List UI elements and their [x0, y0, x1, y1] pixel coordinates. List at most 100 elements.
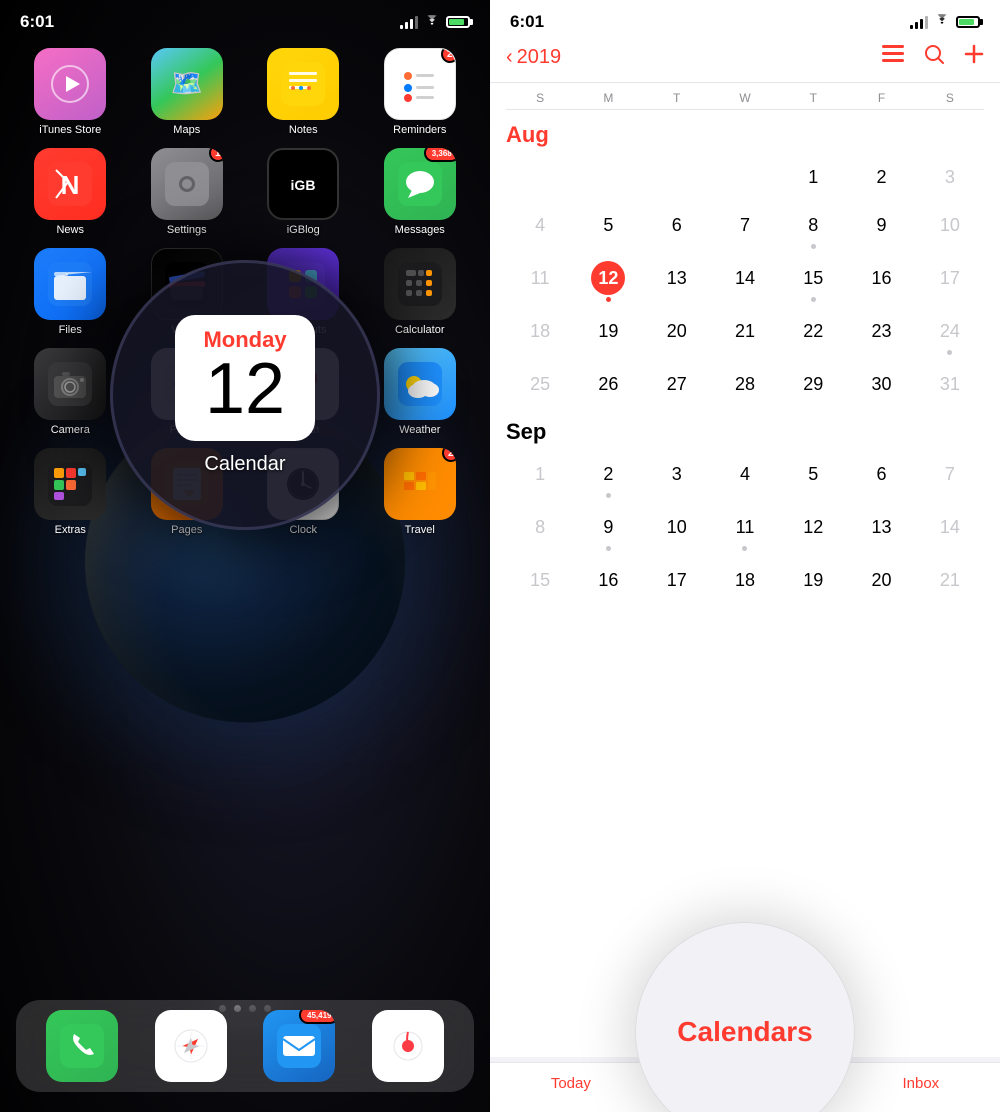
app-maps[interactable]: 🗺️ Maps: [133, 48, 242, 136]
cal-cell-sep-2[interactable]: 2: [574, 453, 642, 502]
back-chevron-icon[interactable]: ‹: [506, 46, 513, 69]
app-weather[interactable]: Weather: [366, 348, 475, 436]
itunes-label: iTunes Store: [39, 124, 101, 136]
dock-phone[interactable]: [46, 1010, 118, 1082]
calendar-bubble[interactable]: Monday 12 Calendar: [110, 260, 380, 530]
cal-cell-14[interactable]: 14: [711, 257, 779, 306]
cal-cell-24[interactable]: 24: [916, 310, 984, 359]
cal-cell-sep-10[interactable]: 10: [643, 506, 711, 555]
cal-cell-8[interactable]: 8: [779, 204, 847, 253]
cal-cell-20[interactable]: 20: [643, 310, 711, 359]
cal-cell-6[interactable]: 6: [643, 204, 711, 253]
svg-text:🗺️: 🗺️: [171, 68, 203, 98]
cal-cell-sep-9[interactable]: 9: [574, 506, 642, 555]
maps-label: Maps: [173, 124, 200, 136]
cal-cell-26[interactable]: 26: [574, 363, 642, 407]
day-num: 24: [933, 314, 967, 348]
cal-cell-sep-21[interactable]: 21: [916, 559, 984, 603]
app-itunes[interactable]: iTunes Store: [16, 48, 125, 136]
day-num: 19: [796, 563, 830, 597]
cal-cell-17[interactable]: 17: [916, 257, 984, 306]
cal-cell-sep-8[interactable]: 8: [506, 506, 574, 555]
day-num: 6: [660, 208, 694, 242]
cal-cell-sep-4[interactable]: 4: [711, 453, 779, 502]
app-calculator[interactable]: Calculator: [366, 248, 475, 336]
app-notes[interactable]: Notes: [249, 48, 358, 136]
list-icon[interactable]: [882, 45, 904, 69]
cal-cell-12[interactable]: 12: [574, 257, 642, 306]
cal-cell-sep-19[interactable]: 19: [779, 559, 847, 603]
dock-music[interactable]: [372, 1010, 444, 1082]
cal-cell-27[interactable]: 27: [643, 363, 711, 407]
app-files[interactable]: Files: [16, 248, 125, 336]
cal-cell-31[interactable]: 31: [916, 363, 984, 407]
search-icon[interactable]: [924, 44, 944, 70]
day-num: 5: [591, 208, 625, 242]
settings-icon: 1: [151, 148, 223, 220]
cal-cell-25[interactable]: 25: [506, 363, 574, 407]
day-header-s1: S: [506, 91, 574, 105]
app-travel[interactable]: 2 Travel: [366, 448, 475, 536]
cal-cell-28[interactable]: 28: [711, 363, 779, 407]
cal-cell-21[interactable]: 21: [711, 310, 779, 359]
day-num: 21: [933, 563, 967, 597]
app-settings[interactable]: 1 Settings: [133, 148, 242, 236]
cal-cell-sep-20[interactable]: 20: [847, 559, 915, 603]
cal-cell-10[interactable]: 10: [916, 204, 984, 253]
cal-cell-13[interactable]: 13: [643, 257, 711, 306]
cal-cell-5[interactable]: 5: [574, 204, 642, 253]
cal-cell-7[interactable]: 7: [711, 204, 779, 253]
cal-cell-4[interactable]: 4: [506, 204, 574, 253]
app-camera[interactable]: Camera: [16, 348, 125, 436]
dock-mail[interactable]: 45,419: [263, 1010, 335, 1082]
cal-cell-2[interactable]: 2: [847, 156, 915, 200]
cal-cell-sep-16[interactable]: 16: [574, 559, 642, 603]
calendar-header: ‹ 2019: [490, 36, 1000, 83]
app-news[interactable]: N News: [16, 148, 125, 236]
event-dot: [811, 244, 816, 249]
today-tab[interactable]: Today: [551, 1075, 591, 1092]
weather-icon: [384, 348, 456, 420]
september-grid: 1 2 3 4 5 6 7 8 9 10 11 12 13 14 15 16 1…: [506, 453, 984, 603]
cal-cell-9[interactable]: 9: [847, 204, 915, 253]
cal-cell-sep-3[interactable]: 3: [643, 453, 711, 502]
cal-cell-sep-11[interactable]: 11: [711, 506, 779, 555]
wifi-icon-left: [424, 14, 440, 30]
cal-cell-11[interactable]: 11: [506, 257, 574, 306]
cal-cell-15[interactable]: 15: [779, 257, 847, 306]
cal-cell-sep-17[interactable]: 17: [643, 559, 711, 603]
cal-cell-sep-18[interactable]: 18: [711, 559, 779, 603]
add-icon[interactable]: [964, 44, 984, 70]
app-reminders[interactable]: 2 Reminders: [366, 48, 475, 136]
dock-safari[interactable]: [155, 1010, 227, 1082]
cal-cell-18[interactable]: 18: [506, 310, 574, 359]
mail-badge: 45,419: [299, 1010, 335, 1024]
day-num: 29: [796, 367, 830, 401]
app-igb[interactable]: iGB iGBlog: [249, 148, 358, 236]
app-extras[interactable]: Extras: [16, 448, 125, 536]
cal-cell-29[interactable]: 29: [779, 363, 847, 407]
day-num: 7: [728, 208, 762, 242]
cal-cell-sep-12[interactable]: 12: [779, 506, 847, 555]
cal-cell-sep-15[interactable]: 15: [506, 559, 574, 603]
cal-cell-16[interactable]: 16: [847, 257, 915, 306]
cal-cell-3[interactable]: 3: [916, 156, 984, 200]
cal-cell-sep-5[interactable]: 5: [779, 453, 847, 502]
cal-cell-sep-7[interactable]: 7: [916, 453, 984, 502]
cal-cell-sep-13[interactable]: 13: [847, 506, 915, 555]
cal-cell-sep-14[interactable]: 14: [916, 506, 984, 555]
cal-cell-sep-1[interactable]: 1: [506, 453, 574, 502]
phone-icon: [46, 1010, 118, 1082]
day-num: 18: [523, 314, 557, 348]
day-num: 4: [523, 208, 557, 242]
cal-cell-19[interactable]: 19: [574, 310, 642, 359]
cal-cell-23[interactable]: 23: [847, 310, 915, 359]
inbox-tab[interactable]: Inbox: [902, 1075, 939, 1092]
cal-cell-sep-6[interactable]: 6: [847, 453, 915, 502]
cal-cell-30[interactable]: 30: [847, 363, 915, 407]
year-label[interactable]: 2019: [517, 46, 562, 69]
back-nav[interactable]: ‹ 2019: [506, 46, 561, 69]
cal-cell-22[interactable]: 22: [779, 310, 847, 359]
cal-cell-1[interactable]: 1: [779, 156, 847, 200]
app-messages[interactable]: 3,368 Messages: [366, 148, 475, 236]
